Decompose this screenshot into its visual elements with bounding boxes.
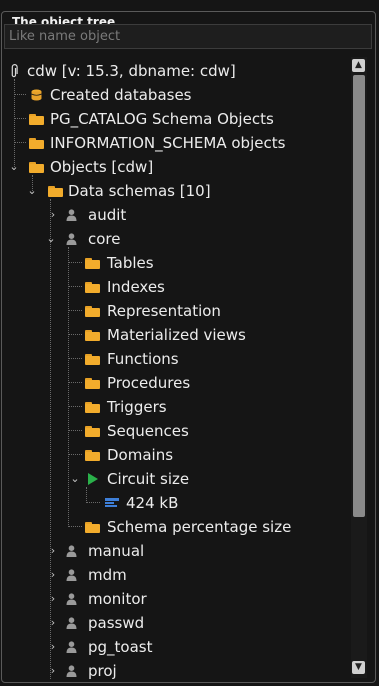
tree-node-schema-mdm[interactable]: › mdm xyxy=(4,563,350,587)
tree-node-procedures[interactable]: Procedures xyxy=(4,371,350,395)
scroll-down-button[interactable]: ▼ xyxy=(352,661,365,674)
tree-node-label: Sequences xyxy=(107,422,189,440)
tree-node-label: Circuit size xyxy=(107,470,190,488)
user-icon xyxy=(66,665,77,677)
tree-node-label: Materialized views xyxy=(107,326,246,344)
tree-node-label: Schema percentage size xyxy=(107,518,292,536)
chevron-right-icon[interactable]: › xyxy=(48,617,58,628)
tree-node-objects[interactable]: ⌄ Objects [cdw] xyxy=(4,155,350,179)
folder-open-icon xyxy=(85,330,100,341)
scroll-thumb[interactable] xyxy=(353,75,365,517)
chevron-down-icon[interactable]: ⌄ xyxy=(70,473,80,484)
folder-open-icon xyxy=(85,426,100,437)
tree-node-schema-passwd[interactable]: › passwd xyxy=(4,611,350,635)
tree-node-label: mdm xyxy=(88,566,127,584)
tree-node-circuit-size[interactable]: ⌄ Circuit size xyxy=(4,467,350,491)
folder-open-icon xyxy=(85,306,100,317)
chevron-right-icon[interactable]: › xyxy=(48,545,58,556)
scroll-up-button[interactable]: ▲ xyxy=(352,59,365,72)
tree-node-schema-percentage-size[interactable]: Schema percentage size xyxy=(4,515,350,539)
user-icon xyxy=(66,641,77,653)
user-icon xyxy=(66,569,77,581)
chevron-down-icon[interactable]: ⌄ xyxy=(46,233,56,244)
tree-node-label: Tables xyxy=(107,254,154,272)
user-icon xyxy=(66,617,77,629)
tree-node-label: Domains xyxy=(107,446,174,464)
tree-node-functions[interactable]: Functions xyxy=(4,347,350,371)
tree-node-label: Triggers xyxy=(107,398,167,416)
tree-node-triggers[interactable]: Triggers xyxy=(4,395,350,419)
tree-node-label: monitor xyxy=(88,590,147,608)
tree-node-schema-manual[interactable]: › manual xyxy=(4,539,350,563)
tree-node-label: 424 kB xyxy=(126,494,179,512)
tree-node-label: audit xyxy=(88,206,127,224)
chevron-down-icon[interactable]: ⌄ xyxy=(9,161,19,172)
tree-node-domains[interactable]: Domains xyxy=(4,443,350,467)
folder-open-icon xyxy=(85,522,100,533)
tree-node-schema-audit[interactable]: › audit xyxy=(4,203,350,227)
tree-node-label: Procedures xyxy=(107,374,191,392)
database-icon xyxy=(31,89,42,101)
tree-node-label: INFORMATION_SCHEMA objects xyxy=(50,134,286,152)
chevron-down-icon[interactable]: ⌄ xyxy=(27,185,37,196)
folder-open-icon xyxy=(85,354,100,365)
object-tree[interactable]: cdw [v: 15.3, dbname: cdw] Created datab… xyxy=(4,57,350,681)
user-icon xyxy=(66,593,77,605)
tree-node-label: core xyxy=(88,230,121,248)
tree-node-label: Functions xyxy=(107,350,179,368)
folder-open-icon xyxy=(85,258,100,269)
tree-node-circuit-size-value[interactable]: 424 kB xyxy=(4,491,350,515)
folder-open-icon xyxy=(29,138,44,149)
chevron-right-icon[interactable]: › xyxy=(48,209,58,220)
tree-node-label: Representation xyxy=(107,302,221,320)
bar-chart-icon xyxy=(105,498,119,507)
vertical-scrollbar[interactable]: ▲ ▼ xyxy=(351,57,367,678)
tree-node-label: proj xyxy=(88,662,117,680)
user-icon xyxy=(66,545,77,557)
tree-node-created-databases[interactable]: Created databases xyxy=(4,83,350,107)
tree-node-label: cdw [v: 15.3, dbname: cdw] xyxy=(27,62,236,80)
paperclip-icon xyxy=(11,64,18,78)
tree-node-representation[interactable]: Representation xyxy=(4,299,350,323)
search-input[interactable] xyxy=(4,24,372,49)
play-icon xyxy=(88,473,98,485)
folder-open-icon xyxy=(29,162,44,173)
tree-node-label: Objects [cdw] xyxy=(50,158,154,176)
folder-open-icon xyxy=(48,186,63,197)
user-icon xyxy=(66,233,77,245)
chevron-right-icon[interactable]: › xyxy=(48,641,58,652)
tree-node-schema-monitor[interactable]: › monitor xyxy=(4,587,350,611)
tree-node-data-schemas[interactable]: ⌄ Data schemas [10] xyxy=(4,179,350,203)
tree-node-schema-pg-toast[interactable]: › pg_toast xyxy=(4,635,350,659)
tree-node-indexes[interactable]: Indexes xyxy=(4,275,350,299)
tree-node-label: pg_toast xyxy=(88,638,153,656)
tree-node-root[interactable]: cdw [v: 15.3, dbname: cdw] xyxy=(4,59,350,83)
tree-node-materialized-views[interactable]: Materialized views xyxy=(4,323,350,347)
tree-node-label: PG_CATALOG Schema Objects xyxy=(50,110,274,128)
folder-open-icon xyxy=(85,450,100,461)
tree-node-tables[interactable]: Tables xyxy=(4,251,350,275)
user-icon xyxy=(66,209,77,221)
tree-node-label: passwd xyxy=(88,614,145,632)
tree-node-label: Data schemas [10] xyxy=(68,182,211,200)
folder-open-icon xyxy=(85,282,100,293)
tree-node-schema-core[interactable]: ⌄ core xyxy=(4,227,350,251)
tree-node-information-schema[interactable]: INFORMATION_SCHEMA objects xyxy=(4,131,350,155)
tree-node-sequences[interactable]: Sequences xyxy=(4,419,350,443)
chevron-right-icon[interactable]: › xyxy=(48,593,58,604)
tree-node-label: Created databases xyxy=(50,86,192,104)
tree-node-schema-proj[interactable]: › proj xyxy=(4,659,350,681)
tree-node-label: Indexes xyxy=(107,278,165,296)
chevron-right-icon[interactable]: › xyxy=(48,569,58,580)
folder-open-icon xyxy=(29,114,44,125)
chevron-right-icon[interactable]: › xyxy=(48,665,58,676)
tree-node-label: manual xyxy=(88,542,145,560)
folder-open-icon xyxy=(85,378,100,389)
folder-open-icon xyxy=(85,402,100,413)
tree-node-pg-catalog[interactable]: PG_CATALOG Schema Objects xyxy=(4,107,350,131)
